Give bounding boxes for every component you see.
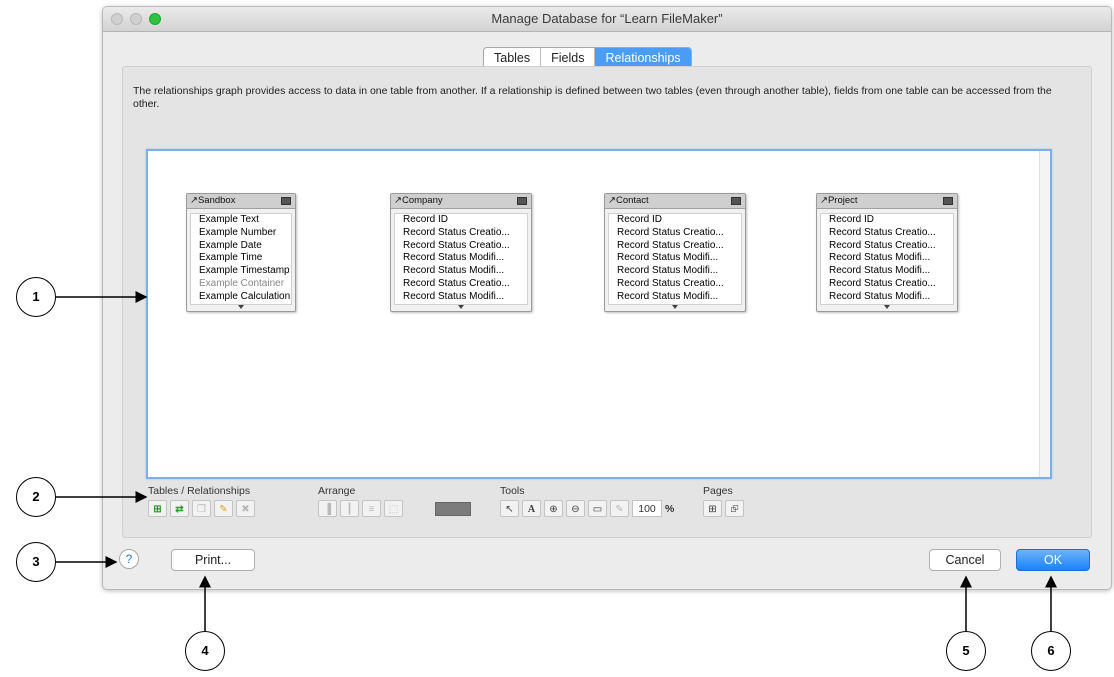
- callout-arrows: [56, 291, 1057, 631]
- callout-6: 6: [1031, 631, 1071, 671]
- callout-1: 1: [16, 277, 56, 317]
- callout-4: 4: [185, 631, 225, 671]
- callout-5: 5: [946, 631, 986, 671]
- callout-2: 2: [16, 477, 56, 517]
- callout-3: 3: [16, 542, 56, 582]
